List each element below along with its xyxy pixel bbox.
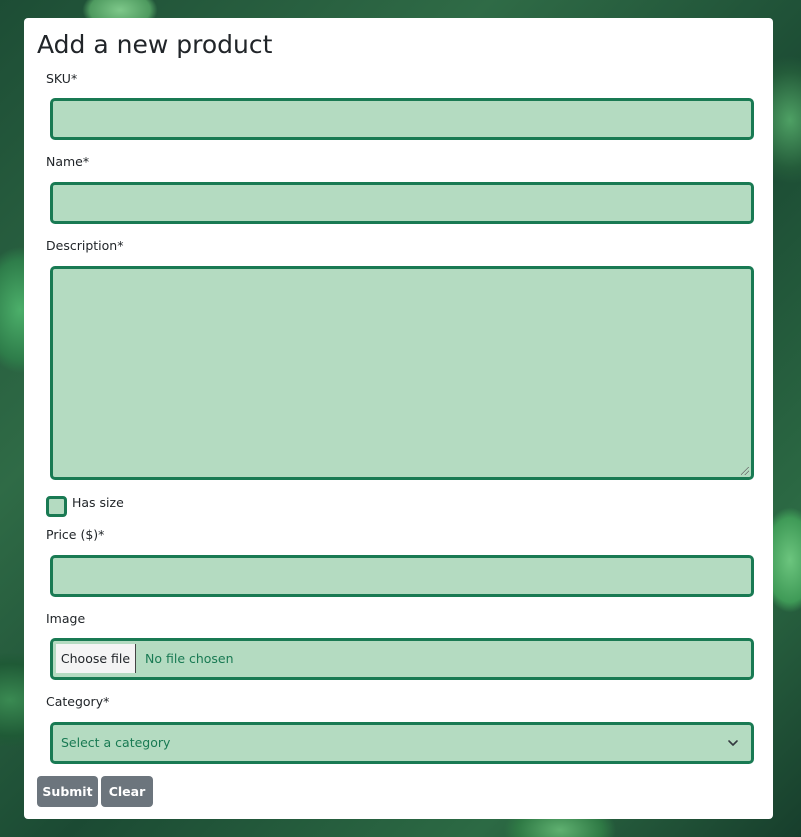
chevron-down-icon: [728, 740, 738, 746]
description-textarea[interactable]: [50, 266, 754, 480]
add-product-card: Add a new product SKU* Name* Description…: [24, 18, 773, 819]
resize-handle-icon[interactable]: [741, 467, 749, 475]
name-label: Name*: [46, 154, 90, 169]
sku-input[interactable]: [50, 98, 754, 140]
sku-label: SKU*: [46, 71, 78, 86]
image-label: Image: [46, 611, 86, 626]
clear-button[interactable]: Clear: [101, 776, 153, 807]
has-size-label[interactable]: Has size: [72, 495, 124, 510]
has-size-checkbox[interactable]: [46, 496, 67, 517]
image-file-input[interactable]: Choose file No file chosen: [50, 638, 754, 680]
category-label: Category*: [46, 694, 110, 709]
price-input[interactable]: [50, 555, 754, 597]
choose-file-button[interactable]: Choose file: [56, 644, 136, 673]
submit-button[interactable]: Submit: [37, 776, 98, 807]
price-label: Price ($)*: [46, 527, 105, 542]
file-status-text: No file chosen: [145, 651, 234, 666]
name-input[interactable]: [50, 182, 754, 224]
page-title: Add a new product: [37, 30, 273, 59]
category-select[interactable]: Select a category: [50, 722, 754, 764]
description-label: Description*: [46, 238, 124, 253]
category-selected-value: Select a category: [61, 735, 171, 750]
